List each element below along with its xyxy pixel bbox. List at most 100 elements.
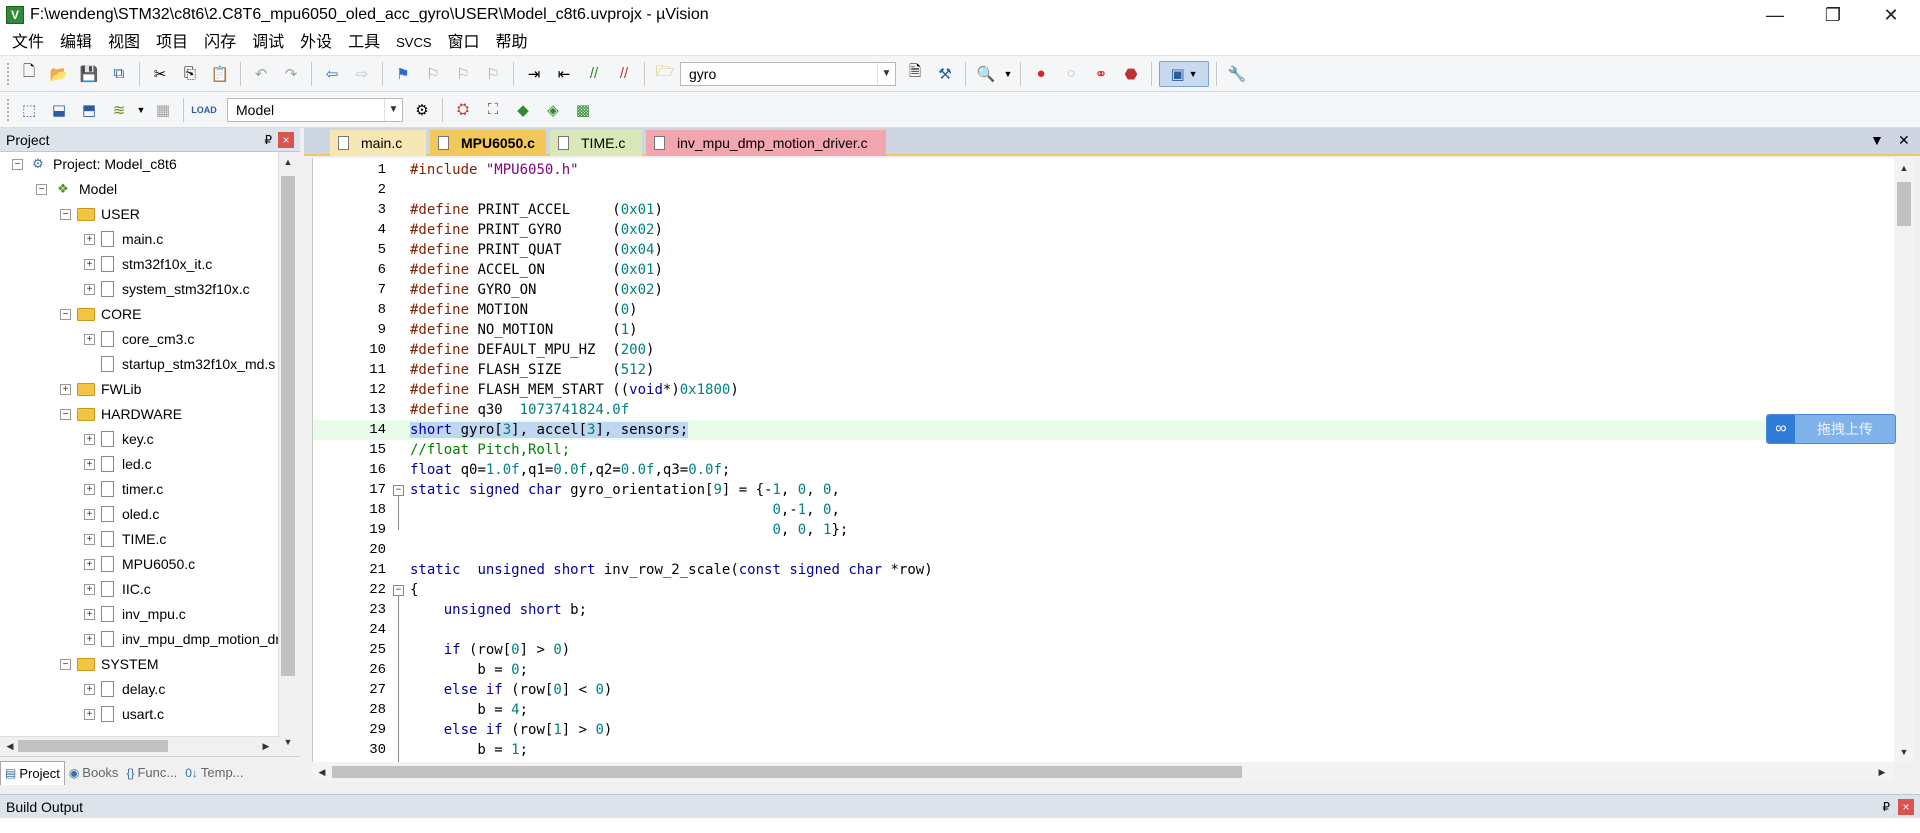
menu-project[interactable]: 项目	[148, 31, 196, 55]
code-line[interactable]: 6 #define ACCEL_ON (0x01)	[313, 260, 1894, 280]
tree-item-file[interactable]: + inv_mpu.c	[84, 602, 186, 626]
project-tree-horizontal-scrollbar[interactable]: ◀ ▶	[0, 736, 280, 754]
fold-collapse-icon[interactable]: −	[393, 585, 404, 596]
editor-tab[interactable]: main.c	[330, 130, 426, 156]
chevron-down-icon[interactable]: ▼	[384, 98, 402, 121]
expand-icon[interactable]: +	[84, 283, 95, 295]
code-line[interactable]: 27 else if (row[0] < 0)	[313, 680, 1894, 700]
menu-debug[interactable]: 调试	[244, 31, 292, 55]
insert-breakpoint-icon[interactable]: ●	[1028, 61, 1054, 87]
menu-view[interactable]: 视图	[100, 31, 148, 55]
manage-project-items-icon[interactable]: ⛭	[450, 97, 476, 123]
code-line[interactable]: 5 #define PRINT_QUAT (0x04)	[313, 240, 1894, 260]
scroll-down-arrow-icon[interactable]: ▼	[280, 734, 296, 750]
menu-help[interactable]: 帮助	[488, 31, 536, 55]
configure-wrench-icon[interactable]: 🔧	[1224, 61, 1250, 87]
editor-vertical-scrollbar[interactable]: ▲ ▼	[1894, 158, 1914, 762]
code-line[interactable]: 17− static signed char gyro_orientation[9…	[313, 480, 1894, 500]
open-folder-icon[interactable]: 📂	[46, 61, 72, 87]
code-line[interactable]: 15 //float Pitch,Roll;	[313, 440, 1894, 460]
scrollbar-thumb[interactable]	[332, 766, 1242, 778]
expand-icon[interactable]: +	[84, 558, 95, 570]
code-line[interactable]: 23 unsigned short b;	[313, 600, 1894, 620]
expand-icon[interactable]: +	[84, 258, 95, 270]
tree-item-file[interactable]: + core_cm3.c	[84, 327, 194, 351]
copy-icon[interactable]: ⎘	[177, 61, 203, 87]
collapse-icon[interactable]: −	[36, 183, 47, 195]
kill-all-breakpoints-icon[interactable]: ⬣	[1118, 61, 1144, 87]
tree-item-project[interactable]: − ⚙ Project: Model_c8t6	[12, 152, 177, 176]
chevron-down-icon[interactable]: ▼	[136, 97, 146, 123]
scroll-up-arrow-icon[interactable]: ▲	[280, 154, 296, 170]
code-line[interactable]: 28 b = 4;	[313, 700, 1894, 720]
minimize-button[interactable]: —	[1746, 0, 1804, 30]
expand-icon[interactable]: +	[84, 233, 95, 245]
code-line[interactable]: 10 #define DEFAULT_MPU_HZ (200)	[313, 340, 1894, 360]
expand-icon[interactable]: +	[84, 533, 95, 545]
expand-icon[interactable]: +	[84, 633, 95, 645]
download-load-icon[interactable]: LOAD	[191, 97, 217, 123]
close-tab-icon[interactable]: ✕	[1898, 132, 1910, 149]
navigate-forward-icon[interactable]: ⇨	[349, 61, 375, 87]
menu-window[interactable]: 窗口	[440, 31, 488, 55]
pin-icon[interactable]: ₽	[264, 133, 272, 147]
expand-icon[interactable]: +	[84, 708, 95, 720]
scrollbar-thumb[interactable]	[18, 740, 168, 752]
undo-icon[interactable]: ↶	[248, 61, 274, 87]
editor-tab[interactable]: inv_mpu_dmp_motion_driver.c	[646, 130, 886, 156]
tab-functions[interactable]: {} Func...	[122, 761, 181, 785]
editor-tab[interactable]: MPU6050.c	[430, 130, 546, 156]
collapse-icon[interactable]: −	[60, 308, 71, 320]
close-window-button[interactable]: ✕	[1862, 0, 1920, 30]
close-panel-icon[interactable]: ×	[1898, 798, 1914, 815]
unindent-icon[interactable]: ⇤	[551, 61, 577, 87]
chevron-down-icon[interactable]: ▼	[1003, 61, 1013, 87]
code-line[interactable]: 30 b = 1;	[313, 740, 1894, 760]
build-output-content[interactable]	[0, 818, 1920, 833]
save-icon[interactable]: 💾	[76, 61, 102, 87]
code-line[interactable]: 4 #define PRINT_GYRO (0x02)	[313, 220, 1894, 240]
toolbar-grip[interactable]	[6, 61, 10, 86]
scrollbar-thumb[interactable]	[1897, 182, 1911, 226]
bookmark-icon[interactable]: ⚑	[390, 61, 416, 87]
code-line[interactable]: 11 #define FLASH_SIZE (512)	[313, 360, 1894, 380]
code-line[interactable]: 16 float q0=1.0f,q1=0.0f,q2=0.0f,q3=0.0f;	[313, 460, 1894, 480]
tree-item-folder[interactable]: + FWLib	[60, 377, 141, 401]
code-line[interactable]: 9 #define NO_MOTION (1)	[313, 320, 1894, 340]
collapse-icon[interactable]: −	[60, 408, 71, 420]
save-all-icon[interactable]: ⧉	[106, 61, 132, 87]
collapse-icon[interactable]: −	[60, 658, 71, 670]
find-in-files-icon[interactable]: 🗁	[652, 61, 678, 87]
toolbar-grip[interactable]	[6, 97, 10, 122]
expand-icon[interactable]: +	[84, 458, 95, 470]
collapse-icon[interactable]: −	[60, 208, 71, 220]
scroll-down-arrow-icon[interactable]: ▼	[1896, 744, 1912, 760]
code-line[interactable]: 25 if (row[0] > 0)	[313, 640, 1894, 660]
tree-item-file[interactable]: startup_stm32f10x_md.s	[84, 352, 275, 376]
tree-item-file[interactable]: + key.c	[84, 427, 154, 451]
tree-item-folder[interactable]: − HARDWARE	[60, 402, 182, 426]
code-line[interactable]: 18 0,-1, 0,	[313, 500, 1894, 520]
prev-bookmark-icon[interactable]: ⚐	[420, 61, 446, 87]
expand-icon[interactable]: +	[60, 383, 71, 395]
pack-installer-icon[interactable]: ◈	[540, 97, 566, 123]
scroll-right-arrow-icon[interactable]: ▶	[1874, 764, 1890, 780]
expand-icon[interactable]: +	[84, 583, 95, 595]
tree-item-file[interactable]: + IIC.c	[84, 577, 151, 601]
tree-item-target[interactable]: − ❖ Model	[36, 177, 117, 201]
uncomment-icon[interactable]: //	[611, 61, 637, 87]
cut-icon[interactable]: ✂	[147, 61, 173, 87]
tree-item-file[interactable]: + system_stm32f10x.c	[84, 277, 250, 301]
code-editor[interactable]: 1 #include "MPU6050.h" 2 3 #define PRINT_ACC…	[312, 158, 1894, 762]
redo-icon[interactable]: ↷	[278, 61, 304, 87]
tree-item-folder[interactable]: − SYSTEM	[60, 652, 159, 676]
code-line[interactable]: 20	[313, 540, 1894, 560]
scrollbar-thumb[interactable]	[281, 176, 295, 676]
editor-horizontal-scrollbar[interactable]: ◀ ▶	[312, 762, 1894, 782]
expand-icon[interactable]: +	[84, 683, 95, 695]
scroll-left-arrow-icon[interactable]: ◀	[2, 738, 18, 754]
comment-icon[interactable]: //	[581, 61, 607, 87]
code-line[interactable]: 26 b = 0;	[313, 660, 1894, 680]
pin-icon[interactable]: ₽	[1882, 800, 1890, 814]
manage-run-time-icon[interactable]: ◆	[510, 97, 536, 123]
